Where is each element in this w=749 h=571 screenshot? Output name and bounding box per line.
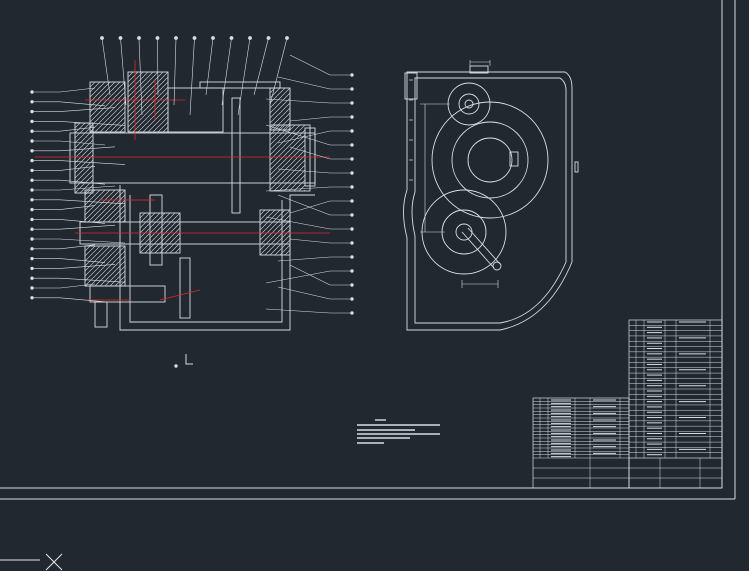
model-space-background	[0, 0, 749, 571]
drawing-svg[interactable]	[0, 0, 749, 571]
cad-drawing-canvas[interactable]	[0, 0, 749, 571]
